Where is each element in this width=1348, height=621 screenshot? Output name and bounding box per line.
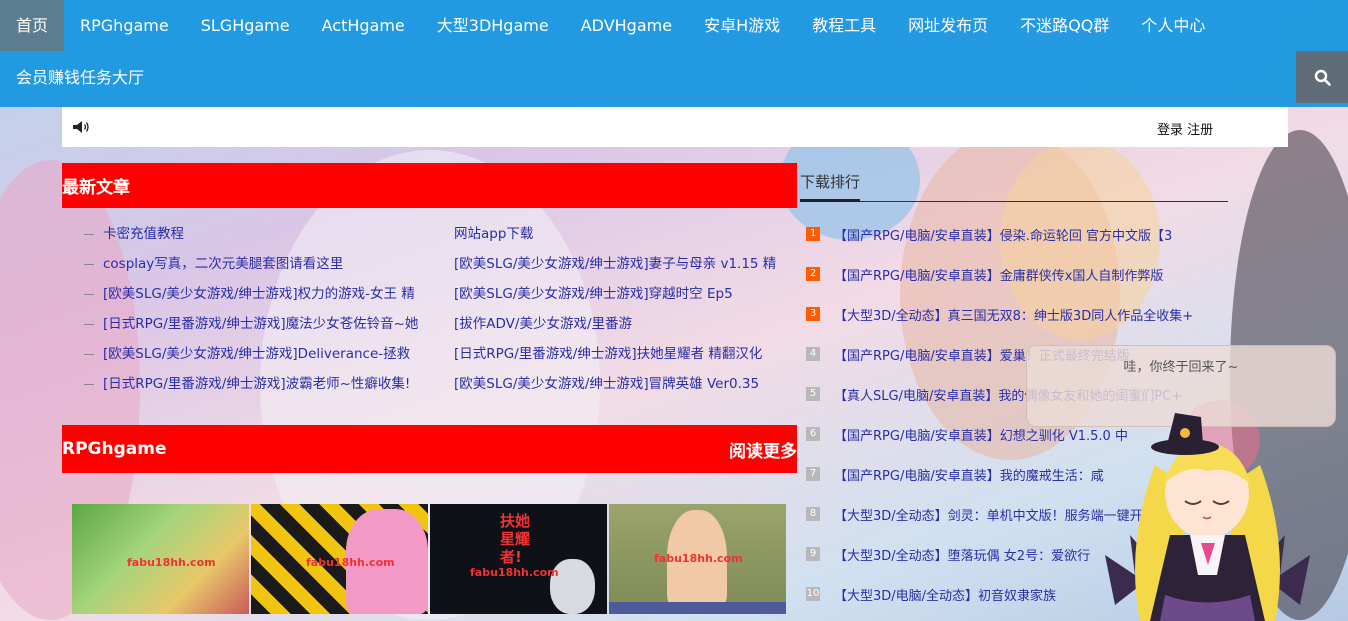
rank-number: 10: [806, 587, 820, 601]
ranking-link[interactable]: 【国产RPG/电脑/安卓直装】侵染.命运轮回 官方中文版【3: [834, 225, 1172, 244]
article-link[interactable]: [日式RPG/里番游戏/绅士游戏]魔法少女苍佐铃音~她: [62, 309, 432, 339]
rank-number: 1: [806, 227, 820, 241]
nav-secondary-row: 会员赚钱任务大厅: [0, 51, 160, 103]
game-thumbnail[interactable]: fabu18hh.com: [72, 504, 249, 614]
nav-item-rpghgame[interactable]: RPGhgame: [64, 0, 185, 51]
game-thumbnail[interactable]: fabu18hh.com: [609, 504, 786, 614]
article-link[interactable]: [欧美SLG/美少女游戏/绅士游戏]Deliverance-拯救: [62, 339, 432, 369]
thumbnail-watermark: fabu18hh.com: [654, 552, 743, 565]
ranking-link[interactable]: 【大型3D/全动态】真三国无双8：绅士版3D同人作品全收集+: [834, 305, 1193, 324]
rank-number: 2: [806, 267, 820, 281]
nav-primary-row: 首页 RPGhgame SLGHgame ActHgame 大型3DHgame …: [0, 0, 1221, 51]
ranking-link[interactable]: 【国产RPG/电脑/安卓直装】幻想之驯化 V1.5.0 中: [834, 425, 1128, 444]
ranking-divider-accent: [800, 199, 860, 202]
article-link[interactable]: [欧美SLG/美少女游戏/绅士游戏]权力的游戏-女王 精: [62, 279, 432, 309]
articles-left-column: 卡密充值教程 cosplay写真，二次元美腿套图请看这里 [欧美SLG/美少女游…: [62, 219, 432, 399]
nav-item-android[interactable]: 安卓H游戏: [688, 0, 796, 51]
ranking-item[interactable]: 1 【国产RPG/电脑/安卓直装】侵染.命运轮回 官方中文版【3: [806, 214, 1226, 254]
rpghgame-thumbnails: fabu18hh.com fabu18hh.com 扶她 星耀者! fabu18…: [72, 504, 786, 614]
nav-item-acthgame[interactable]: ActHgame: [306, 0, 421, 51]
article-link[interactable]: [日式RPG/里番游戏/绅士游戏]扶她星耀者 精翻汉化: [454, 339, 784, 369]
auth-links: 登录 注册: [1157, 119, 1213, 138]
article-link[interactable]: [日式RPG/里番游戏/绅士游戏]波霸老师~性癖收集!: [62, 369, 432, 399]
game-thumbnail[interactable]: 扶她 星耀者! fabu18hh.com: [430, 504, 607, 614]
article-link[interactable]: [拔作ADV/美少女游戏/里番游: [454, 309, 784, 339]
nav-item-user-center[interactable]: 个人中心: [1125, 0, 1221, 51]
ranking-item[interactable]: 3 【大型3D/全动态】真三国无双8：绅士版3D同人作品全收集+: [806, 294, 1226, 334]
nav-item-advhgame[interactable]: ADVHgame: [565, 0, 688, 51]
rank-number: 5: [806, 387, 820, 401]
ranking-link[interactable]: 【国产RPG/电脑/安卓直装】我的魔戒生活：咸: [834, 465, 1104, 484]
ranking-item[interactable]: 2 【国产RPG/电脑/安卓直装】金庸群侠传x国人自制作弊版: [806, 254, 1226, 294]
rank-number: 9: [806, 547, 820, 561]
game-thumbnail[interactable]: fabu18hh.com: [251, 504, 428, 614]
article-link[interactable]: cosplay写真，二次元美腿套图请看这里: [62, 249, 432, 279]
mascot-character[interactable]: [1105, 405, 1310, 621]
thumbnail-title: 扶她 星耀者!: [500, 512, 531, 566]
article-link[interactable]: [欧美SLG/美少女游戏/绅士游戏]妻子与母亲 v1.15 精: [454, 249, 784, 279]
thumbnail-watermark: fabu18hh.com: [306, 556, 395, 569]
ranking-link[interactable]: 【大型3D/全动态】剑灵：单机中文版！服务端一键开: [834, 505, 1143, 524]
article-link[interactable]: 卡密充值教程: [62, 219, 432, 249]
ranking-link[interactable]: 【大型3D/电脑/全动态】初音奴隶家族: [834, 585, 1056, 604]
latest-articles-header: 最新文章: [62, 163, 797, 208]
nav-item-home[interactable]: 首页: [0, 0, 65, 51]
rpghgame-section-title: RPGhgame: [62, 439, 167, 459]
nav-item-member-tasks[interactable]: 会员赚钱任务大厅: [0, 52, 160, 103]
rank-number: 6: [806, 427, 820, 441]
thumbnail-watermark: fabu18hh.com: [127, 556, 216, 569]
search-button[interactable]: [1296, 51, 1348, 103]
thumbnail-watermark: fabu18hh.com: [470, 566, 559, 579]
article-link[interactable]: [欧美SLG/美少女游戏/绅士游戏]穿越时空 Ep5: [454, 279, 784, 309]
download-ranking-title: 下载排行: [800, 173, 861, 191]
ranking-link[interactable]: 【国产RPG/电脑/安卓直装】金庸群侠传x国人自制作弊版: [834, 265, 1163, 284]
article-link[interactable]: [欧美SLG/美少女游戏/绅士游戏]冒牌英雄 Ver0.35: [454, 369, 784, 399]
register-link[interactable]: 注册: [1187, 123, 1213, 138]
articles-right-column: 网站app下载 [欧美SLG/美少女游戏/绅士游戏]妻子与母亲 v1.15 精 …: [454, 219, 784, 399]
nav-item-3dhgame[interactable]: 大型3DHgame: [421, 0, 565, 51]
search-icon: [1314, 69, 1331, 86]
notice-bar: 登录 注册: [62, 107, 1288, 147]
nav-item-slghgame[interactable]: SLGHgame: [185, 0, 306, 51]
rank-number: 8: [806, 507, 820, 521]
read-more-link[interactable]: 阅读更多: [729, 437, 797, 462]
ranking-link[interactable]: 【大型3D/全动态】堕落玩偶 女2号：爱欲行: [834, 545, 1090, 564]
rank-number: 4: [806, 347, 820, 361]
login-link[interactable]: 登录: [1157, 123, 1183, 138]
latest-articles-title: 最新文章: [62, 178, 130, 198]
rank-number: 7: [806, 467, 820, 481]
article-link[interactable]: 网站app下载: [454, 219, 784, 249]
ranking-divider: [800, 201, 1228, 202]
rpghgame-section-header: RPGhgame 阅读更多: [62, 425, 797, 473]
rank-number: 3: [806, 307, 820, 321]
nav-item-tutorials[interactable]: 教程工具: [796, 0, 892, 51]
speaker-icon: [72, 119, 92, 135]
nav-item-qq-group[interactable]: 不迷路QQ群: [1004, 0, 1125, 51]
top-navigation: 首页 RPGhgame SLGHgame ActHgame 大型3DHgame …: [0, 0, 1348, 107]
nav-item-url-publish[interactable]: 网址发布页: [892, 0, 1004, 51]
